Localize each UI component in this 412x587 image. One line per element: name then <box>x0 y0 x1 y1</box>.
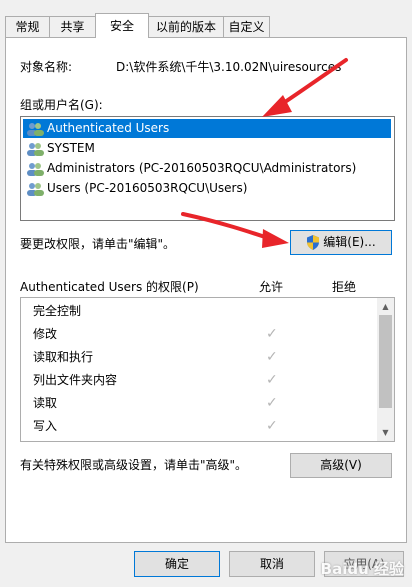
group-user-list[interactable]: Authenticated Users SYSTEM Administrator… <box>20 116 395 221</box>
list-item-authenticated-users[interactable]: Authenticated Users <box>23 119 391 138</box>
advanced-hint-text: 有关特殊权限或高级设置，请单击"高级"。 <box>20 458 248 472</box>
tab-label: 常规 <box>15 20 40 34</box>
ok-button[interactable]: 确定 <box>134 551 220 577</box>
tab-previous-versions[interactable]: 以前的版本 <box>148 16 224 37</box>
scroll-down-icon[interactable]: ▼ <box>377 424 394 441</box>
permissions-title: Authenticated Users 的权限(P) <box>20 280 199 294</box>
tab-strip: 常规 共享 安全 以前的版本 自定义 <box>0 0 412 38</box>
permission-name: 列出文件夹内容 <box>33 373 118 387</box>
permissions-list[interactable]: 完全控制 修改 ✓ 读取和执行 ✓ 列出文件夹内容 ✓ 读取 ✓ 写入 ✓ ▲ … <box>20 297 395 442</box>
allow-check-icon: ✓ <box>266 349 278 365</box>
permission-name: 读取 <box>33 396 58 410</box>
object-name-value: D:\软件系统\千牛\3.10.02N\uiresources <box>116 60 342 74</box>
permission-row: 写入 ✓ <box>21 415 376 438</box>
allow-check-icon: ✓ <box>266 395 278 411</box>
baidu-watermark: Baidu 经验 <box>320 560 404 578</box>
cancel-button-label: 取消 <box>259 557 284 571</box>
tab-label: 安全 <box>109 19 134 33</box>
allow-check-icon: ✓ <box>266 418 278 434</box>
group-list-label: 组或用户名(G): <box>20 98 103 112</box>
edit-button-label: 编辑(E)... <box>323 235 376 249</box>
tab-sharing[interactable]: 共享 <box>49 16 96 37</box>
user-group-icon <box>27 122 44 136</box>
user-group-icon <box>27 142 44 156</box>
security-panel: 对象名称: D:\软件系统\千牛\3.10.02N\uiresources 组或… <box>5 37 407 543</box>
user-group-icon <box>27 182 44 196</box>
permission-row: 读取和执行 ✓ <box>21 346 376 369</box>
advanced-button[interactable]: 高级(V) <box>290 453 392 478</box>
tab-label: 共享 <box>60 20 85 34</box>
advanced-button-label: 高级(V) <box>320 458 362 472</box>
tab-label: 以前的版本 <box>155 20 216 34</box>
cancel-button[interactable]: 取消 <box>229 551 315 577</box>
tab-label: 自定义 <box>228 20 265 34</box>
permission-name: 读取和执行 <box>33 350 94 364</box>
permission-name: 修改 <box>33 327 58 341</box>
permissions-scrollbar[interactable]: ▲ ▼ <box>377 298 394 441</box>
uac-shield-icon <box>307 235 320 250</box>
allow-check-icon: ✓ <box>266 372 278 388</box>
list-item-label: Administrators (PC-20160503RQCU\Administ… <box>47 161 357 175</box>
permission-name: 写入 <box>33 419 58 433</box>
list-item-system[interactable]: SYSTEM <box>23 139 95 158</box>
permission-row: 读取 ✓ <box>21 392 376 415</box>
list-item-label: Authenticated Users <box>47 121 170 135</box>
permission-row: 列出文件夹内容 ✓ <box>21 369 376 392</box>
permission-row: 完全控制 <box>21 300 376 323</box>
list-item-administrators[interactable]: Administrators (PC-20160503RQCU\Administ… <box>23 159 356 178</box>
user-group-icon <box>27 162 44 176</box>
permission-row: 修改 ✓ <box>21 323 376 346</box>
edit-hint-text: 要更改权限，请单击"编辑"。 <box>20 237 176 251</box>
list-item-label: SYSTEM <box>47 141 95 155</box>
scrollbar-thumb[interactable] <box>379 315 392 408</box>
list-item-users[interactable]: Users (PC-20160503RQCU\Users) <box>23 179 247 198</box>
deny-column-header: 拒绝 <box>332 280 357 294</box>
scroll-up-icon[interactable]: ▲ <box>377 298 394 315</box>
ok-button-label: 确定 <box>164 557 189 571</box>
object-name-label: 对象名称: <box>20 60 73 74</box>
tab-customize[interactable]: 自定义 <box>223 16 270 37</box>
allow-column-header: 允许 <box>259 280 284 294</box>
tab-general[interactable]: 常规 <box>5 16 50 37</box>
allow-check-icon: ✓ <box>266 326 278 342</box>
permission-name: 完全控制 <box>33 304 82 318</box>
tab-security[interactable]: 安全 <box>95 13 149 38</box>
list-item-label: Users (PC-20160503RQCU\Users) <box>47 181 248 195</box>
edit-button[interactable]: 编辑(E)... <box>290 230 392 255</box>
